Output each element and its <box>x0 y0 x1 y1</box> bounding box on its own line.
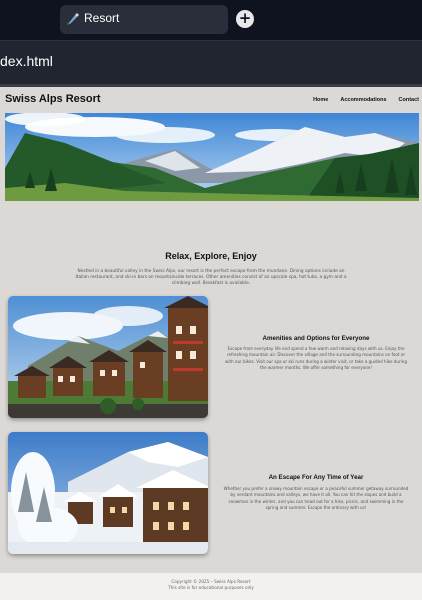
footer-copyright: Copyright © 2025 – Swiss Alps Resort <box>171 579 251 584</box>
nav-contact-link[interactable]: Contact <box>399 97 419 103</box>
village-winter-image <box>8 432 208 554</box>
site-footer: Copyright © 2025 – Swiss Alps Resort Thi… <box>0 573 422 600</box>
village-summer-image <box>8 296 208 418</box>
hero-image <box>5 113 419 201</box>
footer-note: This site is for educational purposes on… <box>168 585 254 590</box>
address-text[interactable]: dex.html <box>0 53 53 69</box>
browser-tab[interactable]: Resort <box>60 5 228 34</box>
nav-accommodations-link[interactable]: Accommodations <box>340 97 386 103</box>
main-nav: Home Accommodations Contact <box>313 97 419 103</box>
address-bar[interactable]: dex.html <box>0 40 422 84</box>
intro-text: Nestled in a beautiful valley in the Swi… <box>75 269 347 287</box>
tab-title: Resort <box>84 11 120 25</box>
site-header: Swiss Alps Resort Home Accommodations Co… <box>0 87 422 113</box>
feature-1-title: Amenities and Options for Everyone <box>262 335 370 342</box>
feature-2-title: An Escape For Any Time of Year <box>268 474 364 481</box>
new-tab-button[interactable]: + <box>236 10 254 28</box>
site-title[interactable]: Swiss Alps Resort <box>5 93 101 105</box>
feature-1-text: Escape from everyday life and spend a fe… <box>224 346 407 370</box>
browser-tab-bar: Resort + <box>0 0 422 40</box>
feature-2-text: Whether you prefer a snowy mountain esca… <box>223 486 409 510</box>
intro-title: Relax, Explore, Enjoy <box>165 251 257 261</box>
nav-home-link[interactable]: Home <box>313 97 328 103</box>
favicon-icon <box>67 13 79 25</box>
